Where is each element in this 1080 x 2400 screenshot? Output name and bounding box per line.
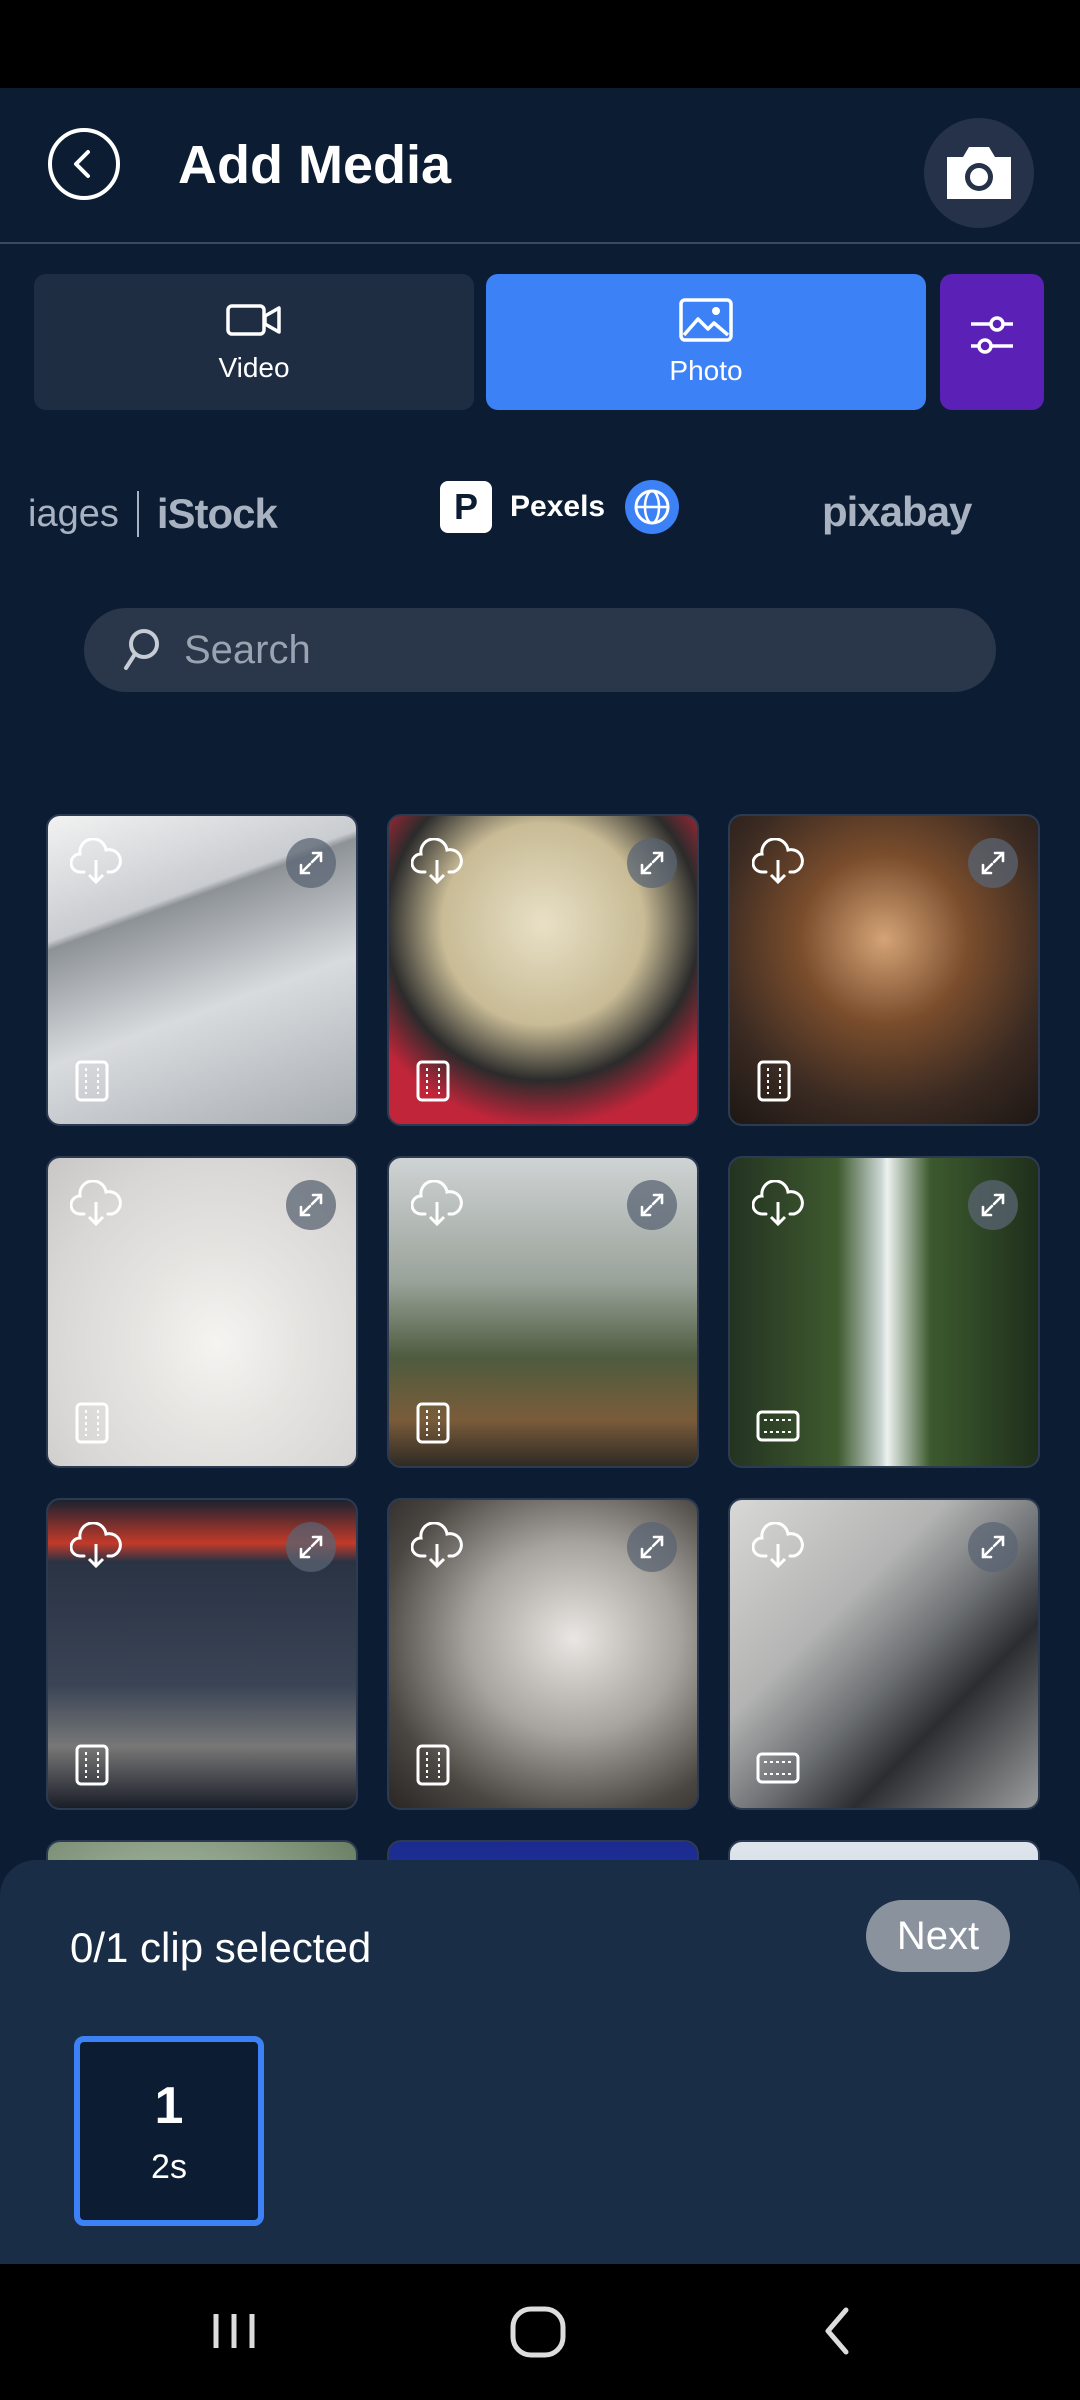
landscape-format-icon: [756, 1410, 800, 1442]
cloud-download-icon[interactable]: [752, 1522, 804, 1570]
portrait-format-icon: [757, 1060, 791, 1102]
cloud-download-icon[interactable]: [411, 838, 463, 886]
home-icon[interactable]: [506, 2298, 570, 2364]
media-tile-ornate-ceiling[interactable]: [728, 814, 1040, 1126]
cloud-download-icon[interactable]: [752, 838, 804, 886]
expand-icon[interactable]: [968, 1522, 1018, 1572]
tab-video[interactable]: Video: [34, 274, 474, 410]
selection-panel: 0/1 clip selected Next 1 2s: [0, 1860, 1080, 2264]
clip-slot[interactable]: 1 2s: [74, 2036, 264, 2226]
page-title: Add Media: [178, 135, 452, 195]
source-istock[interactable]: iages iStock: [28, 490, 278, 538]
status-bar: [0, 0, 1080, 88]
expand-icon[interactable]: [286, 838, 336, 888]
video-camera-icon: [226, 304, 281, 336]
cloud-download-icon[interactable]: [70, 1180, 122, 1228]
camera-icon: [947, 147, 1011, 199]
portrait-format-icon: [75, 1402, 109, 1444]
media-tile-bicycle[interactable]: [728, 1498, 1040, 1810]
media-grid: [0, 726, 1080, 1864]
media-tile-building[interactable]: [46, 814, 358, 1126]
back-nav-icon[interactable]: [816, 2298, 860, 2364]
globe-icon: [625, 480, 680, 534]
source-pixabay[interactable]: pixabay: [822, 488, 972, 536]
expand-icon[interactable]: [968, 1180, 1018, 1230]
expand-icon[interactable]: [286, 1522, 336, 1572]
source-istock-prefix: iages: [28, 492, 119, 535]
header: Add Media: [0, 88, 1080, 244]
source-tabs: iages iStock P Pexels pixabay: [0, 466, 1080, 566]
camera-button[interactable]: [924, 118, 1034, 228]
add-media-screen: Add Media Video Photo iages iStock P Pex…: [0, 88, 1080, 2264]
sliders-icon: [971, 316, 1013, 354]
search-icon: [124, 629, 159, 670]
next-button[interactable]: Next: [866, 1900, 1010, 1972]
cloud-download-icon[interactable]: [752, 1180, 804, 1228]
divider: [136, 491, 139, 537]
expand-icon[interactable]: [627, 1180, 677, 1230]
filter-button[interactable]: [940, 274, 1044, 410]
expand-icon[interactable]: [968, 838, 1018, 888]
tab-photo-label: Photo: [669, 355, 743, 386]
media-tile-straw-mask[interactable]: [387, 814, 699, 1126]
portrait-format-icon: [416, 1402, 450, 1444]
search-bar[interactable]: [84, 608, 996, 692]
clip-slot-number: 1: [154, 2076, 184, 2135]
cloud-download-icon[interactable]: [411, 1180, 463, 1228]
media-tile-waterfall[interactable]: [728, 1156, 1040, 1468]
media-tile-foggy-boardwalk[interactable]: [387, 1156, 699, 1468]
tab-video-label: Video: [218, 352, 290, 383]
cloud-download-icon[interactable]: [411, 1522, 463, 1570]
cloud-download-icon[interactable]: [70, 838, 122, 886]
selection-status: 0/1 clip selected: [70, 1924, 372, 1971]
system-nav-bar: [0, 2264, 1080, 2400]
search-input[interactable]: [184, 627, 964, 673]
expand-icon[interactable]: [627, 1522, 677, 1572]
expand-icon[interactable]: [286, 1180, 336, 1230]
source-istock-label: iStock: [156, 490, 278, 537]
portrait-format-icon: [416, 1060, 450, 1102]
clip-slot-duration: 2s: [151, 2147, 187, 2186]
media-tile-gas-station-night[interactable]: [46, 1498, 358, 1810]
source-pexels[interactable]: P Pexels: [440, 478, 681, 536]
source-pexels-label: Pexels: [510, 490, 606, 523]
recent-apps-icon[interactable]: [206, 2298, 262, 2364]
expand-icon[interactable]: [627, 838, 677, 888]
pexels-logo-icon: P: [440, 481, 492, 533]
media-tile-white-chair[interactable]: [46, 1156, 358, 1468]
chevron-left-icon: [74, 150, 90, 178]
tab-photo[interactable]: Photo: [486, 274, 926, 410]
portrait-format-icon: [75, 1744, 109, 1786]
media-tile-wine-glass[interactable]: [387, 1498, 699, 1810]
cloud-download-icon[interactable]: [70, 1522, 122, 1570]
portrait-format-icon: [416, 1744, 450, 1786]
back-button[interactable]: [48, 128, 120, 200]
portrait-format-icon: [75, 1060, 109, 1102]
landscape-format-icon: [756, 1752, 800, 1784]
image-icon: [679, 298, 733, 342]
